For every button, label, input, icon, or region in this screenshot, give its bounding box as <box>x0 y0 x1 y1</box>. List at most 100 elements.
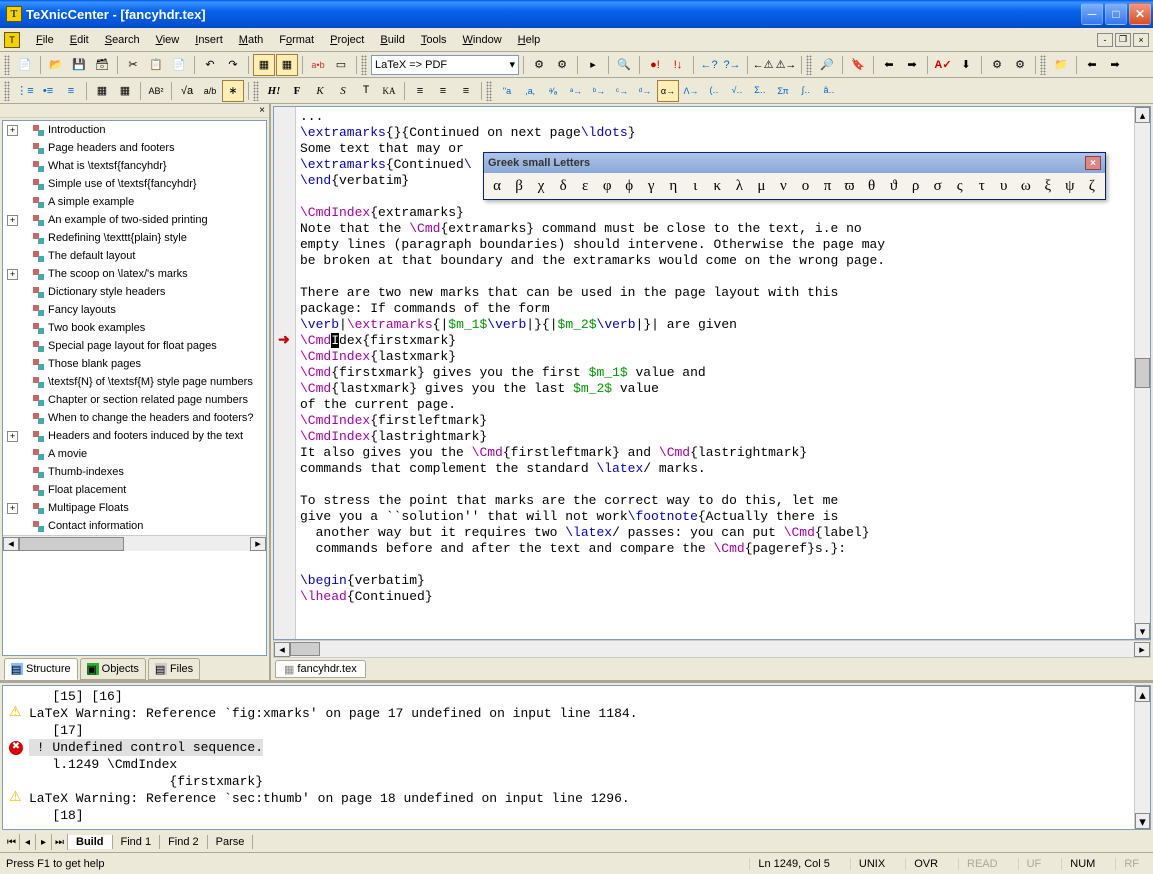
list-item-button[interactable]: •≡ <box>37 80 59 102</box>
bold-button[interactable]: F <box>286 80 308 102</box>
tree-item[interactable]: When to change the headers and footers? <box>3 409 266 427</box>
pnav-next-button[interactable]: ➡ <box>1104 54 1126 76</box>
menu-build[interactable]: Build <box>372 31 412 49</box>
math-cap-button[interactable]: Λ→ <box>680 80 702 102</box>
tab-objects[interactable]: ▣Objects <box>80 658 146 680</box>
greek-letter-button[interactable]: ς <box>949 175 971 197</box>
math-int-button[interactable]: ∫‥ <box>795 80 817 102</box>
menu-insert[interactable]: Insert <box>187 31 231 49</box>
mdi-close[interactable]: × <box>1133 33 1149 47</box>
menu-tools[interactable]: Tools <box>413 31 455 49</box>
cut-button[interactable]: ✂ <box>122 54 144 76</box>
out-tab-parse[interactable]: Parse <box>208 835 254 849</box>
greek-letter-button[interactable]: ϑ <box>883 175 905 197</box>
tree-item[interactable]: Dictionary style headers <box>3 283 266 301</box>
spell-next-button[interactable]: ⬇ <box>955 54 977 76</box>
paste-button[interactable]: 📄 <box>168 54 190 76</box>
greek-letter-button[interactable]: γ <box>640 175 662 197</box>
out-tab-find2[interactable]: Find 2 <box>160 835 208 849</box>
math-sqrt-button[interactable]: √‥ <box>726 80 748 102</box>
tree-item[interactable]: \textsf{N} of \textsf{M} style page numb… <box>3 373 266 391</box>
tree-item[interactable]: What is \textsf{fancyhdr} <box>3 157 266 175</box>
stop-button[interactable]: ●! <box>644 54 666 76</box>
math-pi-button[interactable]: Σπ <box>772 80 794 102</box>
tree-item[interactable]: Float placement <box>3 481 266 499</box>
greek-letters-panel[interactable]: Greek small Letters × αβχδεφϕγηικλμνoπϖθ… <box>483 152 1106 200</box>
maximize-button[interactable]: □ <box>1105 3 1127 25</box>
tree-item[interactable]: Fancy layouts <box>3 301 266 319</box>
find-button[interactable]: 🔎 <box>816 54 838 76</box>
menu-edit[interactable]: Edit <box>62 31 97 49</box>
tab-structure[interactable]: ▤Structure <box>4 658 78 680</box>
close-button[interactable]: ✕ <box>1129 3 1151 25</box>
abc-check-button[interactable]: AB² <box>145 80 167 102</box>
tree-item[interactable]: A movie <box>3 445 266 463</box>
output-warning[interactable]: LaTeX Warning: Reference `fig:xmarks' on… <box>5 705 1148 722</box>
build-output[interactable]: [15] [16] LaTeX Warning: Reference `fig:… <box>2 685 1151 830</box>
greek-letter-button[interactable]: β <box>508 175 530 197</box>
align-left-button[interactable]: ≡ <box>409 80 431 102</box>
toggle-a-button[interactable]: ▦ <box>253 54 275 76</box>
greek-letter-button[interactable]: ξ <box>1037 175 1059 197</box>
align-right-button[interactable]: ≡ <box>455 80 477 102</box>
frac-button[interactable]: a/b <box>199 80 221 102</box>
menu-window[interactable]: Window <box>455 31 510 49</box>
greek-letter-button[interactable]: δ <box>552 175 574 197</box>
expand-icon[interactable]: + <box>7 431 18 442</box>
table-button[interactable]: ▦ <box>114 80 136 102</box>
tree-item[interactable]: +Headers and footers induced by the text <box>3 427 266 445</box>
tree-item[interactable]: Simple use of \textsf{fancyhdr} <box>3 175 266 193</box>
structure-tree[interactable]: +IntroductionPage headers and footersWha… <box>2 120 267 656</box>
math-dot-button[interactable]: ᵈ→ <box>634 80 656 102</box>
menu-project[interactable]: Project <box>322 31 372 49</box>
tree-item[interactable]: +Multipage Floats <box>3 499 266 517</box>
math-hat-button[interactable]: ᵃ⁄ₐ <box>542 80 564 102</box>
tree-item[interactable]: +Introduction <box>3 121 266 139</box>
greek-letter-button[interactable]: ρ <box>905 175 927 197</box>
open-button[interactable]: 📂 <box>45 54 67 76</box>
project-button[interactable]: 📁 <box>1050 54 1072 76</box>
build-button[interactable]: ⚙ <box>528 54 550 76</box>
tree-item[interactable]: Contact information <box>3 517 266 535</box>
sqrt-button[interactable]: √a <box>176 80 198 102</box>
save-button[interactable]: 💾 <box>68 54 90 76</box>
out-tab-find1[interactable]: Find 1 <box>113 835 161 849</box>
expand-icon[interactable]: + <box>7 215 18 226</box>
build-view-button[interactable]: ⚙ <box>551 54 573 76</box>
editor-tab-fancyhdr[interactable]: ▦ fancyhdr.tex <box>275 660 366 678</box>
tt-button[interactable]: T <box>355 80 377 102</box>
tabular-button[interactable]: ▦ <box>91 80 113 102</box>
tree-item[interactable]: Page headers and footers <box>3 139 266 157</box>
eq-button[interactable]: ∗ <box>222 80 244 102</box>
align-center-button[interactable]: ≡ <box>432 80 454 102</box>
greek-letter-button[interactable]: ν <box>772 175 794 197</box>
tab-files[interactable]: ▤Files <box>148 658 200 680</box>
menu-math[interactable]: Math <box>231 31 271 49</box>
tree-item[interactable]: Two book examples <box>3 319 266 337</box>
greek-letter-button[interactable]: κ <box>706 175 728 197</box>
bm-next-button[interactable]: ➡ <box>901 54 923 76</box>
pnav-prev-button[interactable]: ⬅ <box>1081 54 1103 76</box>
mdi-minimize[interactable]: - <box>1097 33 1113 47</box>
minimize-button[interactable]: ─ <box>1081 3 1103 25</box>
slanted-button[interactable]: S <box>332 80 354 102</box>
menu-help[interactable]: Help <box>510 31 549 49</box>
output-vscrollbar[interactable]: ▴▾ <box>1134 686 1150 829</box>
tree-item[interactable]: A simple example <box>3 193 266 211</box>
italic-button[interactable]: K <box>309 80 331 102</box>
prev-error-button[interactable]: ←? <box>698 54 720 76</box>
greek-letter-button[interactable]: λ <box>728 175 750 197</box>
greek-letter-button[interactable]: ϖ <box>839 175 861 197</box>
sidebar-close-icon[interactable]: × <box>259 105 265 116</box>
next-warn-button[interactable]: ⚠→ <box>775 54 797 76</box>
greek-letter-button[interactable]: ω <box>1015 175 1037 197</box>
output-error[interactable]: ! Undefined control sequence. <box>5 739 1148 756</box>
sc-button[interactable]: KA <box>378 80 400 102</box>
undo-button[interactable]: ↶ <box>199 54 221 76</box>
tree-item[interactable]: Special page layout for float pages <box>3 337 266 355</box>
view-output-button[interactable]: 🔍 <box>613 54 635 76</box>
tree-item[interactable]: Chapter or section related page numbers <box>3 391 266 409</box>
greek-letter-button[interactable]: ι <box>684 175 706 197</box>
redo-button[interactable]: ↷ <box>222 54 244 76</box>
out-nav-prev[interactable]: ◂ <box>20 834 36 850</box>
